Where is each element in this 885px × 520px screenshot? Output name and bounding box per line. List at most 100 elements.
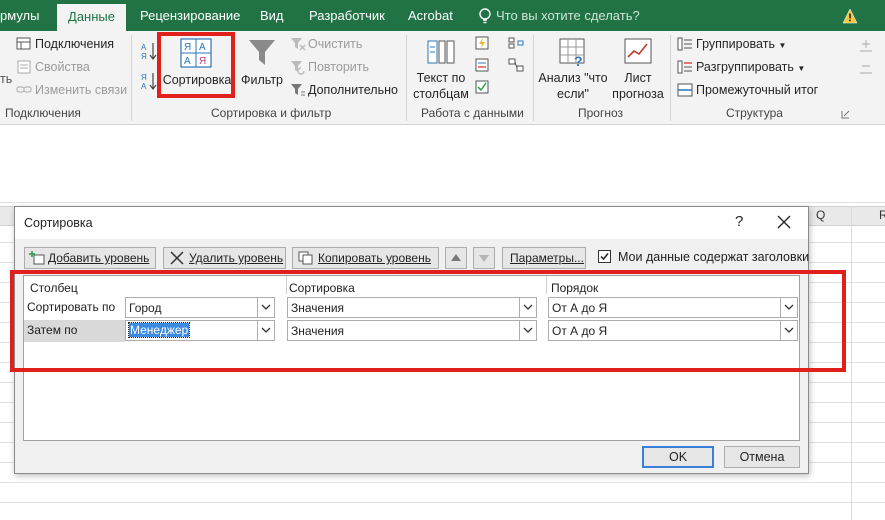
delete-level-button[interactable]: Удалить уровень — [163, 247, 286, 269]
warning-icon[interactable] — [842, 8, 858, 24]
properties-button[interactable]: Свойства — [35, 60, 90, 74]
add-level-label: Добавить уровень — [48, 251, 150, 265]
tab-formulas[interactable]: рмулы — [0, 0, 39, 31]
show-detail-icon[interactable] — [858, 37, 874, 53]
help-button[interactable]: ? — [735, 213, 743, 230]
group-divider — [406, 35, 407, 121]
forecast-sheet-button[interactable]: Лист прогноза — [610, 35, 666, 103]
chevron-down-icon: ▼ — [778, 41, 787, 50]
svg-text:А: А — [141, 43, 147, 52]
subtotal-icon — [677, 83, 693, 97]
dialog-title: Сортировка — [24, 216, 93, 230]
sort-levels-highlight — [10, 270, 846, 372]
group-divider — [670, 35, 671, 121]
sort-za-icon[interactable]: Я А — [140, 71, 158, 91]
ungroup-icon — [677, 60, 692, 74]
edit-links-button[interactable]: Изменить связи — [35, 83, 127, 97]
dialog-launcher-icon[interactable] — [841, 110, 850, 119]
column-header-r[interactable]: R — [879, 208, 885, 222]
tab-review[interactable]: Рецензирование — [140, 0, 240, 31]
copy-level-label: Копировать уровень — [318, 251, 431, 265]
outline-group-label: Структура — [726, 106, 783, 120]
connections-group-label: Подключения — [5, 106, 81, 120]
clear-filter-icon — [291, 38, 306, 51]
text-to-columns-label-1: Текст по — [416, 71, 466, 85]
delete-level-label: Удалить уровень — [189, 251, 284, 265]
properties-icon — [17, 60, 31, 74]
tell-me-search[interactable]: Что вы хотите сделать? — [496, 0, 640, 31]
reapply-icon — [291, 61, 305, 75]
tab-developer[interactable]: Разработчик — [309, 0, 385, 31]
hide-detail-icon[interactable] — [858, 59, 874, 75]
forecast-sheet-icon — [624, 38, 652, 64]
move-up-button[interactable] — [445, 247, 467, 269]
ungroup-button[interactable]: Разгруппировать ▼ — [696, 60, 805, 74]
add-level-icon — [29, 251, 45, 265]
dialog-title-bar: Сортировка ? — [15, 207, 808, 239]
filter-button-label: Фильтр — [241, 73, 283, 87]
what-if-label-1: Анализ "что — [538, 71, 608, 85]
filter-button[interactable]: Фильтр — [238, 35, 286, 93]
text-to-columns-button[interactable]: Текст по столбцам — [412, 35, 470, 103]
svg-text:Я: Я — [141, 52, 147, 61]
formula-bar-area — [0, 126, 885, 196]
sort-button-highlight — [157, 32, 235, 98]
ribbon-tab-bar: рмулы Данные Рецензирование Вид Разработ… — [0, 0, 885, 31]
has-headers-checkbox[interactable] — [598, 250, 611, 263]
forecast-sheet-label-2: прогноза — [612, 87, 664, 101]
flash-fill-icon[interactable] — [474, 35, 490, 51]
copy-icon — [298, 251, 313, 265]
text-to-columns-label-2: столбцам — [413, 87, 469, 101]
forecast-group-label: Прогноз — [578, 106, 624, 120]
options-label: Параметры... — [510, 251, 584, 265]
group-divider — [533, 35, 534, 121]
relationships-icon[interactable] — [508, 57, 524, 73]
group-button-label: Группировать — [696, 37, 775, 51]
clear-button[interactable]: Очистить — [308, 37, 362, 51]
group-divider — [131, 35, 132, 121]
group-icon — [677, 37, 692, 51]
chevron-down-icon: ▼ — [797, 64, 806, 73]
ungroup-button-label: Разгруппировать — [696, 60, 794, 74]
cancel-button[interactable]: Отмена — [724, 446, 800, 468]
has-headers-label[interactable]: Мои данные содержат заголовки — [618, 250, 809, 264]
forecast-sheet-label-1: Лист — [624, 71, 652, 85]
move-down-button[interactable] — [473, 247, 495, 269]
consolidate-icon[interactable] — [508, 35, 524, 51]
svg-text:А: А — [141, 82, 147, 91]
reapply-button[interactable]: Повторить — [308, 60, 369, 74]
move-up-icon — [451, 254, 461, 261]
options-button[interactable]: Параметры... — [502, 247, 586, 269]
what-if-analysis-icon: ? — [559, 38, 585, 67]
connections-icon — [16, 37, 31, 50]
refresh-all-cut-label[interactable]: ть — [0, 72, 12, 86]
what-if-label-2: если" — [557, 87, 589, 101]
tab-view[interactable]: Вид — [260, 0, 284, 31]
checkmark-icon — [600, 253, 609, 261]
remove-duplicates-icon[interactable] — [474, 57, 490, 73]
sort-filter-group-label: Сортировка и фильтр — [211, 106, 332, 120]
tab-data[interactable]: Данные — [57, 4, 126, 31]
advanced-filter-icon — [291, 84, 305, 96]
what-if-button[interactable]: ? Анализ "что если" — [536, 35, 610, 103]
copy-level-button[interactable]: Копировать уровень — [292, 247, 439, 269]
column-header-q[interactable]: Q — [816, 208, 825, 222]
lightbulb-icon — [479, 8, 491, 24]
filter-funnel-icon — [249, 40, 275, 65]
close-icon[interactable] — [772, 210, 796, 234]
group-button[interactable]: Группировать ▼ — [696, 37, 786, 51]
move-down-icon — [479, 255, 489, 262]
tab-acrobat[interactable]: Acrobat — [408, 0, 453, 31]
add-level-button[interactable]: Добавить уровень — [24, 247, 156, 269]
advanced-button[interactable]: Дополнительно — [308, 83, 398, 97]
column-gridline — [851, 206, 852, 520]
data-validation-icon[interactable] — [474, 79, 490, 95]
subtotal-button[interactable]: Промежуточный итог — [696, 83, 818, 97]
delete-x-icon — [170, 251, 184, 265]
svg-text:Я: Я — [141, 73, 147, 82]
ribbon-data-panel: Подключения Свойства Изменить связи ть П… — [0, 31, 885, 125]
text-to-columns-icon — [427, 40, 455, 64]
connections-button[interactable]: Подключения — [35, 37, 114, 51]
ok-button[interactable]: OK — [642, 446, 714, 468]
sort-az-icon[interactable]: А Я — [140, 41, 158, 61]
